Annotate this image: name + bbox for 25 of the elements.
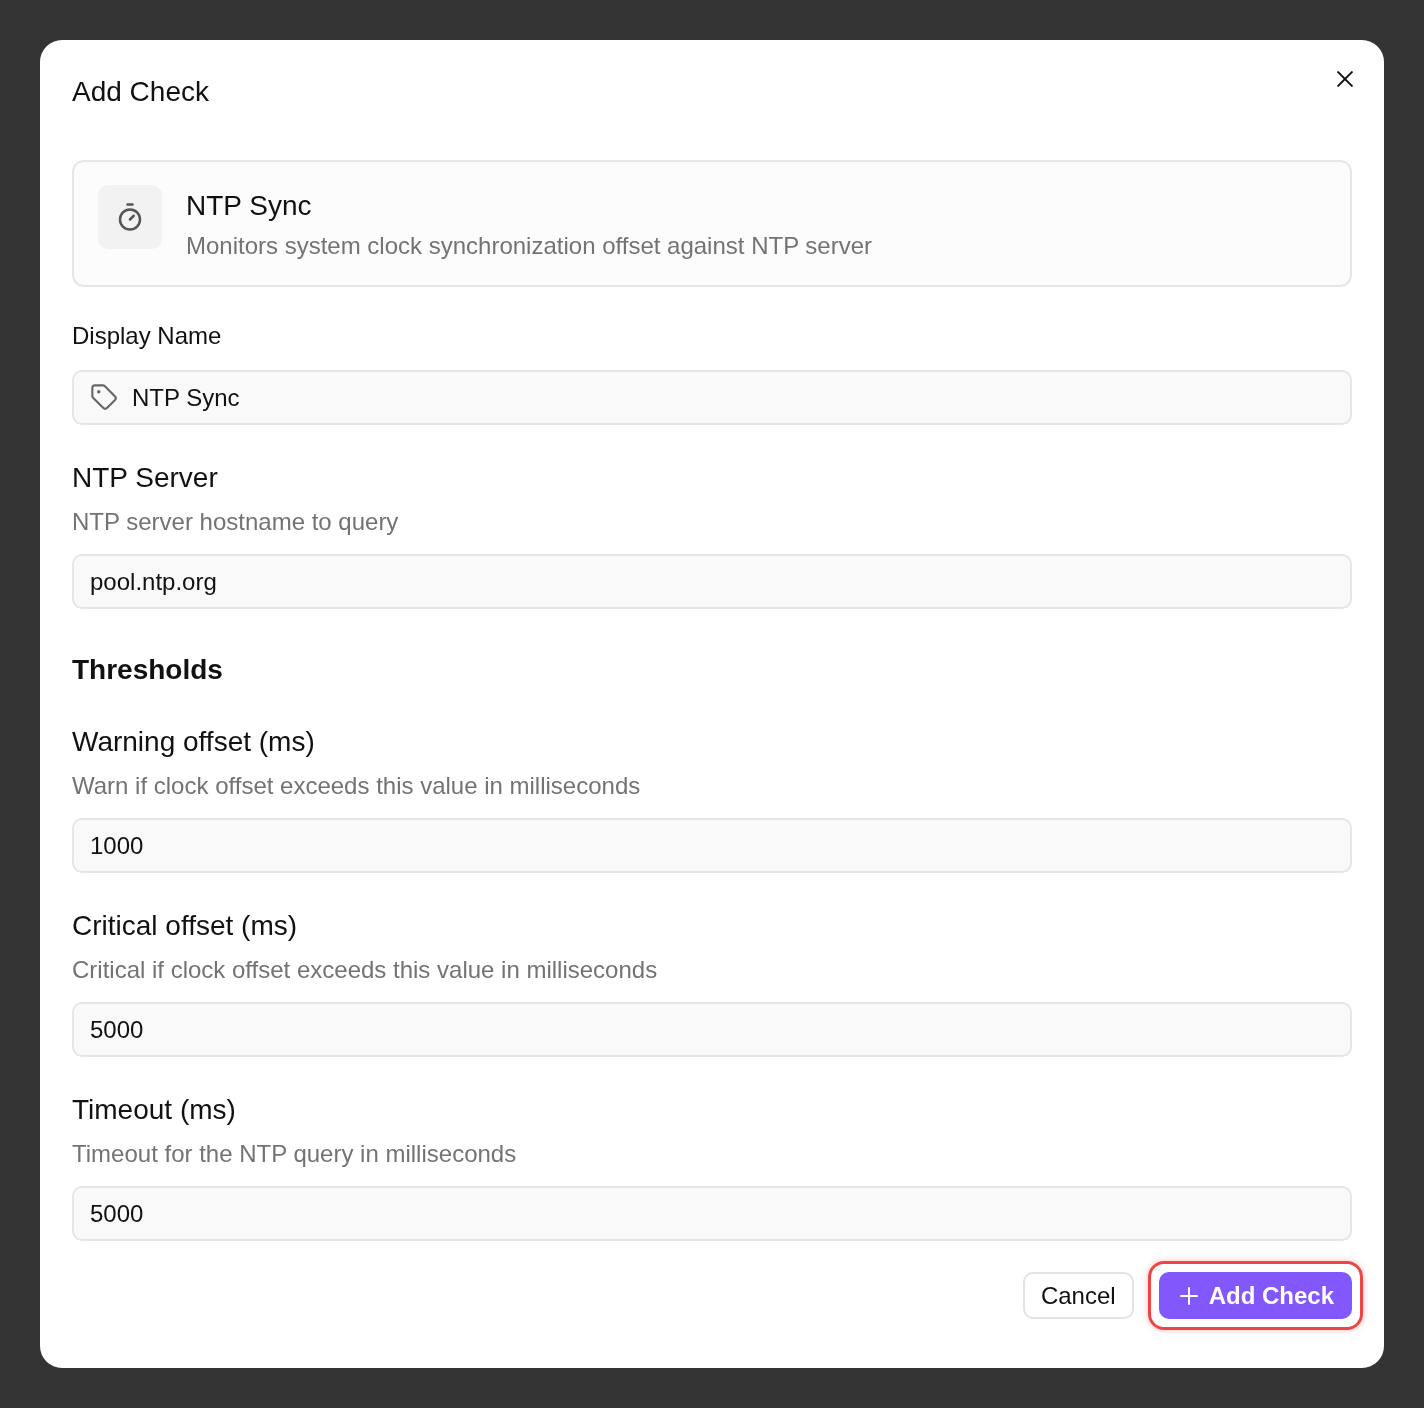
tag-icon (90, 383, 118, 411)
text-field[interactable]: pool.ntp.org (72, 554, 1352, 609)
close-button[interactable] (1337, 71, 1353, 87)
field-label: Timeout (ms) (72, 1093, 237, 1127)
field-hint: NTP server hostname to query (72, 507, 400, 537)
cancel-button[interactable]: Cancel (1022, 1272, 1134, 1319)
number-field[interactable]: 5000 (72, 1002, 1352, 1057)
field-label: Critical offset (ms) (72, 909, 299, 943)
plus-icon (1178, 1285, 1199, 1306)
number-field[interactable]: 5000 (72, 1186, 1352, 1241)
display-name-field[interactable]: NTP Sync (72, 370, 1352, 425)
section-heading: Thresholds (72, 653, 224, 687)
field-label: Warning offset (ms) (72, 725, 316, 759)
field-label: Display Name (72, 321, 223, 351)
field-hint: Timeout for the NTP query in milliseconds (72, 1139, 518, 1169)
field-label: NTP Server (72, 461, 219, 495)
field-hint: Critical if clock offset exceeds this value in milliseconds (72, 955, 659, 985)
close-icon (1337, 71, 1353, 87)
dialog-title: Add Check (72, 75, 209, 109)
check-type-description: Monitors system clock synchronization offset against NTP server (186, 231, 873, 261)
add-check-button[interactable]: Add Check (1158, 1272, 1352, 1319)
stopwatch-icon (98, 185, 162, 249)
number-field[interactable]: 1000 (72, 818, 1352, 873)
check-type-title: NTP Sync (186, 189, 313, 223)
field-hint: Warn if clock offset exceeds this value in milliseconds (72, 771, 642, 801)
